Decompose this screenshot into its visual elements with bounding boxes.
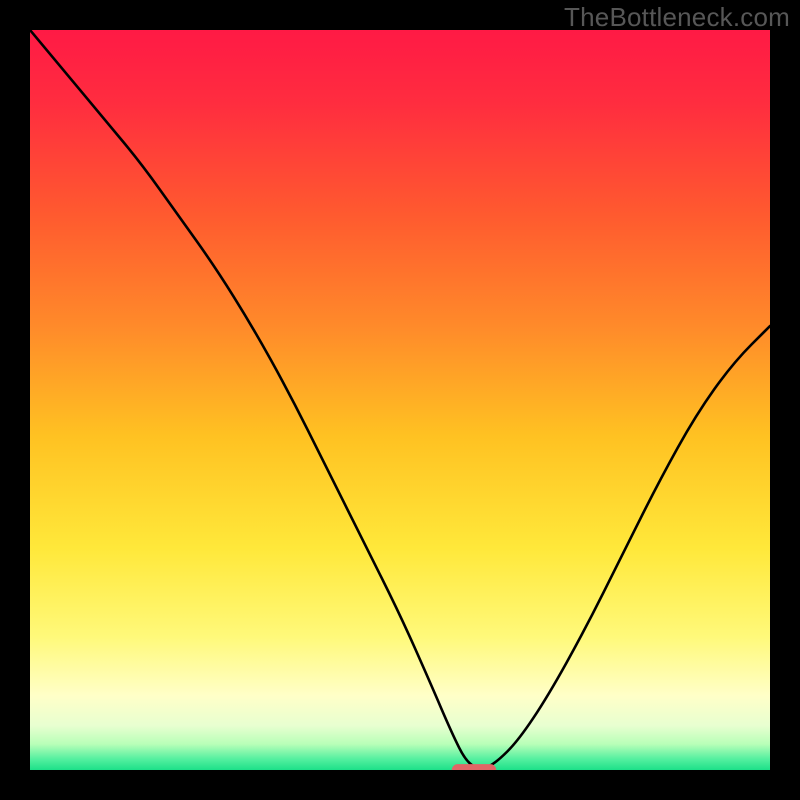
bottleneck-chart <box>30 30 770 770</box>
watermark-text: TheBottleneck.com <box>564 2 790 33</box>
optimum-marker <box>452 764 496 770</box>
chart-frame: TheBottleneck.com <box>0 0 800 800</box>
plot-background <box>30 30 770 770</box>
